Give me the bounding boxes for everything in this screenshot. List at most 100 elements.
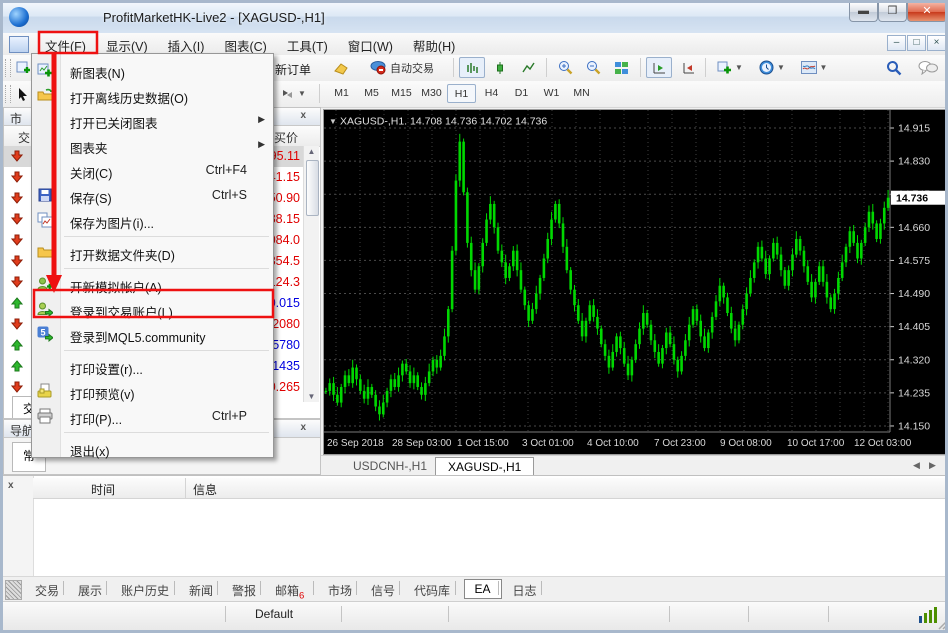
svg-text:1 Oct 15:00: 1 Oct 15:00 [457, 438, 509, 449]
toolbar-grip[interactable] [5, 85, 11, 103]
zoom-out-icon[interactable] [580, 57, 606, 78]
menu-print-setup[interactable]: 打印设置(r)... [32, 354, 273, 379]
chart-tab-usdcnhh1[interactable]: USDCNH-,H1 [341, 457, 439, 476]
terminal-tab-signals[interactable]: 信号 [365, 579, 401, 602]
chat-icon[interactable] [913, 57, 943, 78]
menu-item-label: 保存为图片(i)... [70, 213, 154, 232]
new-order-button[interactable]: 新订单 [275, 61, 311, 78]
menu-close-chart[interactable]: 关闭(C)Ctrl+F4 [32, 158, 273, 183]
menu-login-mql5[interactable]: 5登录到MQL5.community [32, 322, 273, 347]
toolbar-grip[interactable] [5, 59, 11, 77]
minimize-button[interactable]: ▬ [849, 3, 878, 22]
menu-item-label: 打印(P)... [70, 409, 122, 428]
menu-open-demo-account[interactable]: 开新模拟帐户(A) [32, 272, 273, 297]
open-data-folder-icon [37, 244, 53, 260]
menu-open-offline[interactable]: 打开离线历史数据(O) [32, 83, 273, 108]
auto-trading-label: 自动交易 [390, 60, 434, 76]
candlestick-mode-icon[interactable] [487, 57, 513, 78]
auto-scroll-icon[interactable] [646, 57, 672, 78]
periods-dropdown[interactable]: ▼ [753, 57, 791, 78]
templates-dropdown[interactable]: ▼ [795, 57, 833, 78]
status-profile[interactable]: Default [255, 607, 293, 621]
objects-arrange-dropdown[interactable]: ▼ [273, 83, 313, 104]
child-minimize-button[interactable]: – [887, 35, 906, 51]
arrow-down-icon [11, 234, 23, 246]
chart-shift-icon[interactable] [674, 57, 700, 78]
svg-text:12 Oct 03:00: 12 Oct 03:00 [854, 438, 912, 449]
resize-grip[interactable] [938, 618, 948, 630]
terminal-tab-market[interactable]: 市场 [322, 579, 358, 602]
timeframe-m30[interactable]: M30 [417, 84, 446, 103]
tile-windows-icon[interactable] [608, 57, 634, 78]
menu-open-data-folder[interactable]: 打开数据文件夹(D) [32, 240, 273, 265]
timeframe-m5[interactable]: M5 [357, 84, 386, 103]
navigator-close-icon[interactable]: x [300, 422, 306, 433]
terminal-gutter: x [3, 476, 34, 576]
menu-shortcut: Ctrl+S [212, 188, 247, 202]
bid-price: 5780 [272, 338, 300, 352]
column-symbol[interactable]: 交 [18, 129, 30, 146]
menu-save[interactable]: 保存(S)Ctrl+S [32, 183, 273, 208]
column-time[interactable]: 时间 [91, 481, 115, 498]
column-divider[interactable] [185, 478, 186, 498]
menu-item-label: 登录到MQL5.community [70, 327, 205, 346]
timeframe-h4[interactable]: H4 [477, 84, 506, 103]
search-icon[interactable] [881, 57, 907, 78]
terminal-dock-grip[interactable] [5, 580, 22, 600]
chart-area[interactable]: 14.91514.83014.74514.66014.57514.49014.4… [323, 109, 948, 455]
column-message[interactable]: 信息 [193, 481, 217, 498]
bar-chart-mode-icon[interactable] [459, 57, 485, 78]
menu-login-trade-account[interactable]: 登录到交易账户(L) [32, 297, 273, 322]
timeframe-d1[interactable]: D1 [507, 84, 536, 103]
market-watch-scrollbar[interactable]: ▲ ▼ [303, 146, 319, 402]
tab-scroll-right-icon[interactable]: ▶ [929, 460, 936, 471]
child-close-button[interactable]: × [927, 35, 946, 51]
column-bid[interactable]: 买价 [274, 129, 298, 146]
timeframe-h1[interactable]: H1 [447, 84, 476, 103]
scroll-down-icon[interactable]: ▼ [306, 392, 317, 401]
terminal-tab-news[interactable]: 新闻 [183, 579, 219, 602]
drag-trading-icon[interactable] [329, 57, 353, 78]
terminal-tab-codebase[interactable]: 代码库 [408, 579, 456, 602]
svg-text:14.320: 14.320 [898, 354, 930, 366]
timeframe-w1[interactable]: W1 [537, 84, 566, 103]
menu-item-label: 退出(x) [70, 441, 110, 460]
terminal-header-row: 时间 信息 [33, 478, 948, 499]
menu-profiles[interactable]: 图表夹▶ [32, 133, 273, 158]
market-watch-close-icon[interactable]: x [300, 110, 306, 121]
terminal-tab-history[interactable]: 账户历史 [115, 579, 175, 602]
indicators-dropdown[interactable]: ▼ [711, 57, 749, 78]
chart-window-icon [9, 36, 29, 53]
menu-new-chart[interactable]: 新图表(N) [32, 58, 273, 83]
menu-print[interactable]: 打印(P)...Ctrl+P [32, 404, 273, 429]
line-chart-mode-icon[interactable] [515, 57, 541, 78]
timeframe-m1[interactable]: M1 [327, 84, 356, 103]
price-chart[interactable]: 14.91514.83014.74514.66014.57514.49014.4… [324, 110, 948, 454]
terminal-tab-alerts[interactable]: 警报 [226, 579, 262, 602]
menu-open-deleted[interactable]: 打开已关闭图表▶ [32, 108, 273, 133]
scroll-up-icon[interactable]: ▲ [306, 147, 317, 156]
auto-trading-button[interactable]: 自动交易 [357, 57, 447, 78]
zoom-in-icon[interactable] [552, 57, 578, 78]
timeframe-m15[interactable]: M15 [387, 84, 416, 103]
menu-exit[interactable]: 退出(x) [32, 436, 273, 461]
menu-save-as-picture[interactable]: 保存为图片(i)... [32, 208, 273, 233]
tab-scroll-left-icon[interactable]: ◀ [913, 460, 920, 471]
save-icon [37, 187, 53, 203]
close-button[interactable]: ✕ [907, 3, 947, 22]
child-restore-button[interactable]: □ [907, 35, 926, 51]
tab-divider [541, 581, 542, 595]
terminal-tab-exposure[interactable]: 展示 [72, 579, 108, 602]
chart-tab-bar: ◀ ▶ USDCNH-,H1XAGUSD-,H1 [321, 455, 948, 476]
chevron-down-icon: ▼ [820, 63, 828, 72]
menu-print-preview[interactable]: 打印预览(v) [32, 379, 273, 404]
terminal-tab-journal[interactable]: 日志 [507, 579, 543, 602]
maximize-button[interactable]: ❒ [878, 3, 907, 22]
terminal-tab-ea[interactable]: EA [464, 579, 502, 599]
timeframe-mn[interactable]: MN [567, 84, 596, 103]
scrollbar-thumb[interactable] [306, 160, 319, 216]
menu-separator [64, 268, 269, 269]
terminal-close-icon[interactable]: x [8, 480, 14, 491]
terminal-tab-trade[interactable]: 交易 [29, 579, 65, 602]
chart-tab-xagusdh1[interactable]: XAGUSD-,H1 [435, 457, 534, 476]
